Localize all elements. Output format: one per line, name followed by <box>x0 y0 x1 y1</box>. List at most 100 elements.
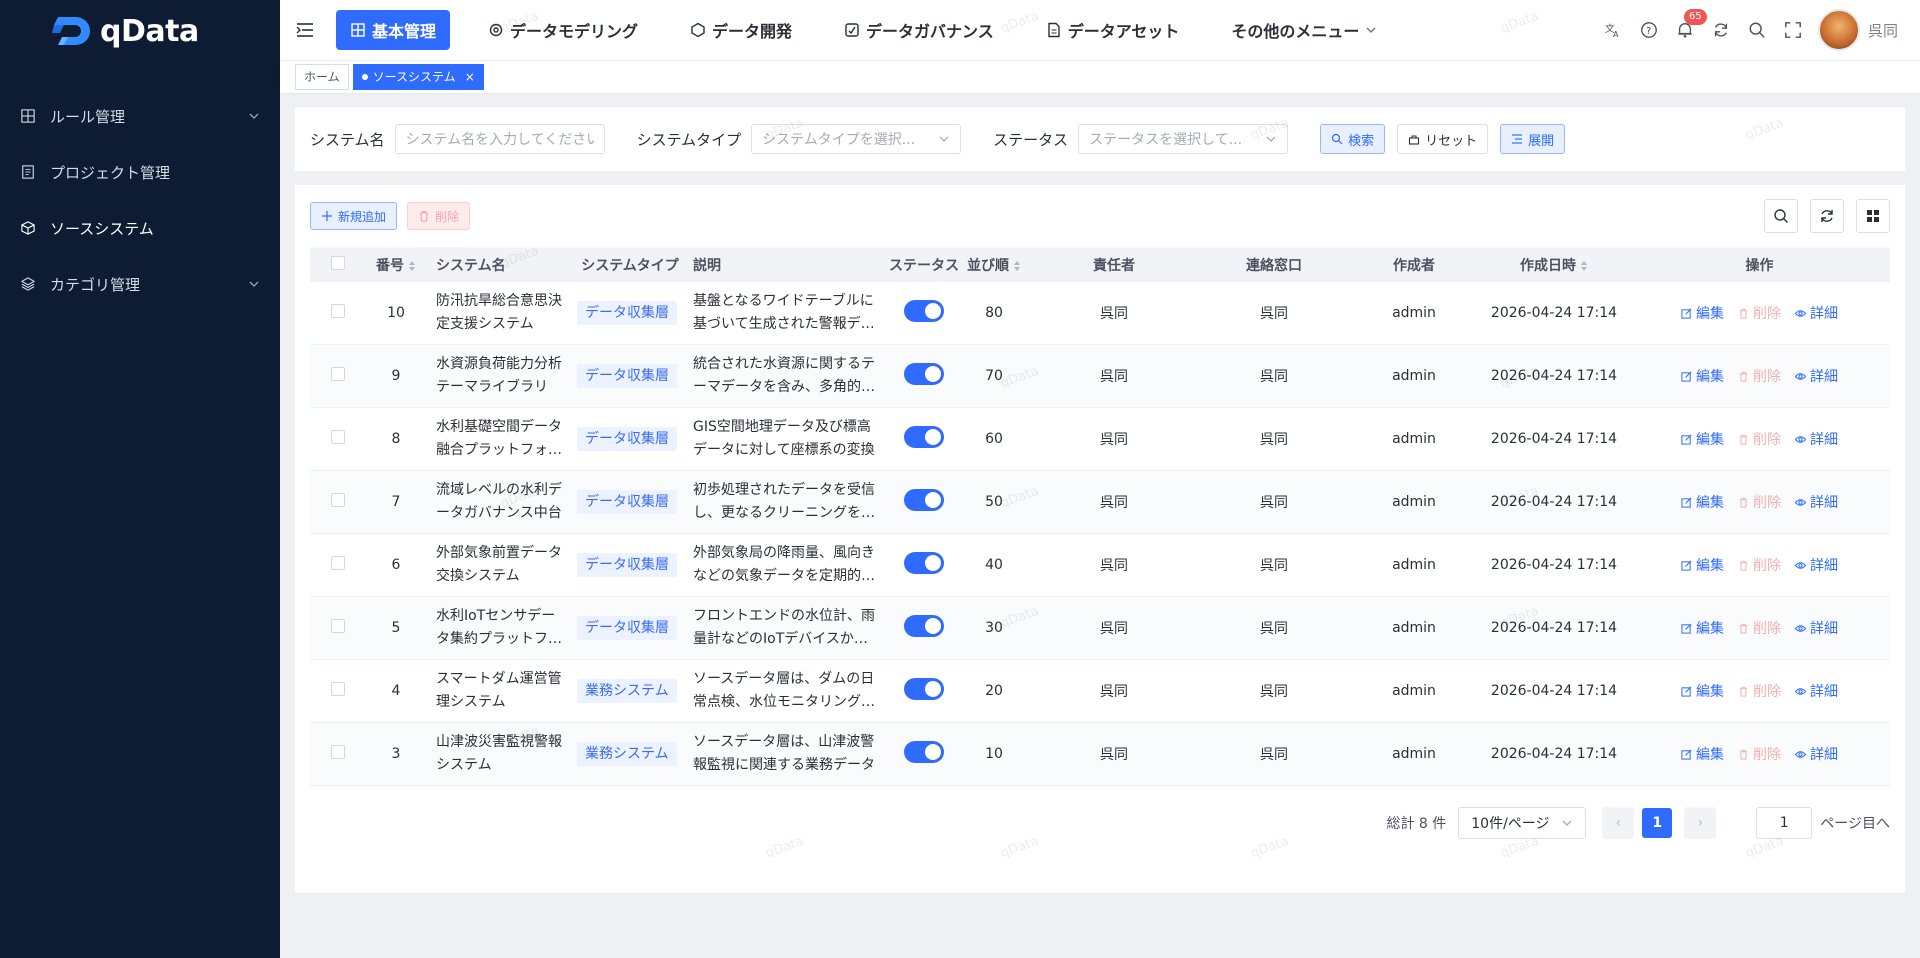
help-icon[interactable]: ? <box>1638 19 1660 41</box>
row-checkbox[interactable] <box>331 682 345 696</box>
nav-tab-data-assets[interactable]: データアセット <box>1032 10 1194 50</box>
status-toggle[interactable] <box>904 552 944 574</box>
detail-button[interactable]: 詳細 <box>1795 618 1838 638</box>
toggle-search-button[interactable] <box>1764 199 1798 233</box>
column-settings-button[interactable] <box>1856 199 1890 233</box>
trash-icon <box>1739 434 1748 445</box>
plus-icon <box>322 211 332 221</box>
sidebar-item-categories[interactable]: カテゴリ管理 <box>0 256 280 312</box>
col-number[interactable]: 番号 <box>366 247 426 282</box>
jump-page-input[interactable]: 1 <box>1756 807 1813 839</box>
delete-button[interactable]: 削除 <box>1738 744 1781 764</box>
row-checkbox[interactable] <box>331 619 345 633</box>
chevron-down-icon <box>939 136 949 142</box>
row-checkbox[interactable] <box>331 304 345 318</box>
bulk-delete-button[interactable]: 削除 <box>407 202 471 230</box>
status-toggle[interactable] <box>904 426 944 448</box>
search-icon[interactable] <box>1746 19 1768 41</box>
row-select-cell[interactable] <box>310 722 366 786</box>
translate-icon[interactable]: 文A <box>1602 19 1624 41</box>
delete-button[interactable]: 削除 <box>1738 429 1781 449</box>
prev-page-button[interactable]: ‹ <box>1602 807 1635 839</box>
cell-creator: admin <box>1349 722 1479 786</box>
page-number-1[interactable]: 1 <box>1642 808 1673 838</box>
edit-button[interactable]: 編集 <box>1681 618 1724 638</box>
row-select-cell[interactable] <box>310 407 366 471</box>
detail-button[interactable]: 詳細 <box>1795 555 1838 575</box>
col-order[interactable]: 並び順 <box>959 247 1029 282</box>
system-name-text: スマートダム運営管理システム <box>436 671 562 710</box>
row-checkbox[interactable] <box>331 493 345 507</box>
detail-button[interactable]: 詳細 <box>1795 303 1838 323</box>
row-checkbox[interactable] <box>331 430 345 444</box>
row-select-cell[interactable] <box>310 533 366 597</box>
detail-button[interactable]: 詳細 <box>1795 744 1838 764</box>
edit-button[interactable]: 編集 <box>1681 681 1724 701</box>
status-toggle[interactable] <box>904 678 944 700</box>
system-name-input[interactable]: システム名を入力してください <box>394 124 605 154</box>
bell-icon[interactable]: 65 <box>1674 9 1707 41</box>
fullscreen-icon[interactable] <box>1782 19 1804 41</box>
delete-button[interactable]: 削除 <box>1738 303 1781 323</box>
page-size-select[interactable]: 10件/ページ <box>1458 807 1587 839</box>
select-all-cell[interactable] <box>310 247 366 282</box>
delete-button[interactable]: 削除 <box>1738 681 1781 701</box>
nav-tab-data-modeling[interactable]: データモデリング <box>474 10 652 50</box>
select-all-checkbox[interactable] <box>331 255 345 270</box>
sidebar-item-projects[interactable]: プロジェクト管理 <box>0 144 280 200</box>
detail-button[interactable]: 詳細 <box>1795 492 1838 512</box>
next-page-button[interactable]: › <box>1684 807 1717 839</box>
edit-icon <box>1681 371 1692 382</box>
user-name[interactable]: 呉同 <box>1868 20 1898 41</box>
system-type-select[interactable]: システムタイプを選択... <box>751 124 962 154</box>
tag-home[interactable]: ホーム <box>295 64 349 90</box>
sidebar-item-rules[interactable]: ルール管理 <box>0 88 280 144</box>
system-name-text: 水利基礎空間データ融合プラットフォーム <box>436 419 562 458</box>
delete-button[interactable]: 削除 <box>1738 366 1781 386</box>
edit-button[interactable]: 編集 <box>1681 303 1724 323</box>
row-select-cell[interactable] <box>310 344 366 408</box>
row-checkbox[interactable] <box>331 745 345 759</box>
edit-button[interactable]: 編集 <box>1681 492 1724 512</box>
avatar[interactable] <box>1817 9 1860 51</box>
status-toggle[interactable] <box>904 300 944 322</box>
refresh-table-button[interactable] <box>1810 199 1844 233</box>
menu-fold-icon[interactable] <box>296 21 314 39</box>
col-created-at[interactable]: 作成日時 <box>1479 247 1629 282</box>
status-toggle[interactable] <box>904 615 944 637</box>
status-toggle[interactable] <box>904 741 944 763</box>
cell-number: 6 <box>366 533 426 597</box>
nav-tab-more-menu[interactable]: その他のメニュー <box>1217 10 1391 50</box>
edit-button[interactable]: 編集 <box>1681 366 1724 386</box>
tag-source-systems[interactable]: ソースシステム × <box>352 64 484 90</box>
nav-tab-data-development[interactable]: データ開発 <box>676 10 806 50</box>
delete-button[interactable]: 削除 <box>1738 618 1781 638</box>
status-toggle[interactable] <box>904 363 944 385</box>
search-button[interactable]: 検索 <box>1320 124 1386 154</box>
sidebar-item-source-systems[interactable]: ソースシステム <box>0 200 280 256</box>
expand-button[interactable]: 展開 <box>1500 124 1566 154</box>
close-icon[interactable]: × <box>465 65 475 89</box>
detail-button[interactable]: 詳細 <box>1795 429 1838 449</box>
row-select-cell[interactable] <box>310 596 366 660</box>
row-checkbox[interactable] <box>331 556 345 570</box>
nav-tab-data-governance[interactable]: データガバナンス <box>830 10 1008 50</box>
edit-button[interactable]: 編集 <box>1681 744 1724 764</box>
delete-button[interactable]: 削除 <box>1738 492 1781 512</box>
nav-tab-basic-management[interactable]: 基本管理 <box>336 10 451 50</box>
row-checkbox[interactable] <box>331 367 345 381</box>
row-select-cell[interactable] <box>310 282 366 345</box>
row-select-cell[interactable] <box>310 659 366 723</box>
detail-button[interactable]: 詳細 <box>1795 681 1838 701</box>
edit-button[interactable]: 編集 <box>1681 555 1724 575</box>
row-select-cell[interactable] <box>310 470 366 534</box>
refresh-icon[interactable] <box>1710 19 1732 41</box>
edit-button[interactable]: 編集 <box>1681 429 1724 449</box>
add-button[interactable]: 新規追加 <box>310 202 398 230</box>
delete-button[interactable]: 削除 <box>1738 555 1781 575</box>
status-toggle[interactable] <box>904 489 944 511</box>
status-select[interactable]: ステータスを選択して... <box>1078 124 1289 154</box>
edit-icon <box>1681 308 1692 319</box>
detail-button[interactable]: 詳細 <box>1795 366 1838 386</box>
reset-button[interactable]: リセット <box>1397 124 1489 154</box>
